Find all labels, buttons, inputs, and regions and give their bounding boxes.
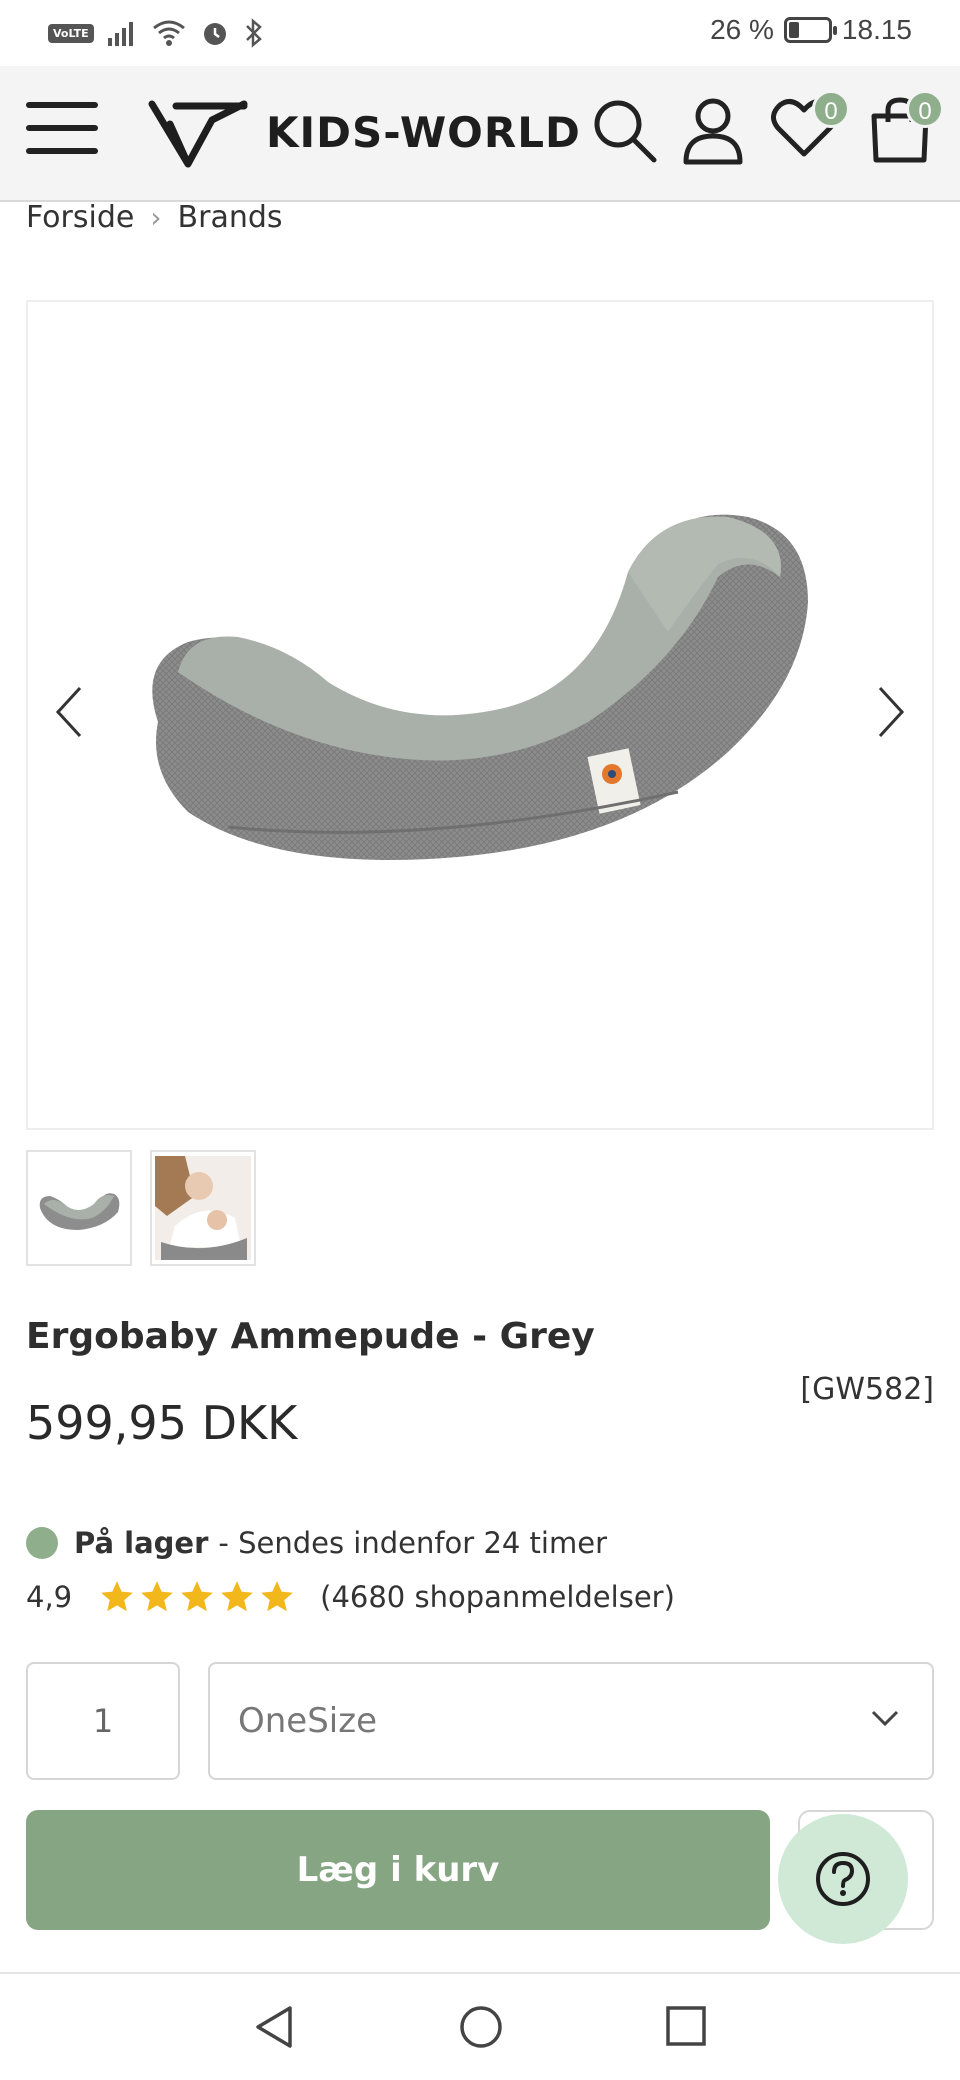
gallery-next-arrow-icon[interactable] bbox=[870, 682, 910, 742]
alarm-icon bbox=[203, 23, 226, 45]
stock-status-label: På lager bbox=[74, 1526, 209, 1560]
wifi-icon bbox=[152, 20, 185, 46]
signal-icon bbox=[107, 22, 133, 46]
back-icon[interactable] bbox=[252, 2004, 296, 2054]
size-select-value: OneSize bbox=[238, 1701, 378, 1741]
system-navigation-bar bbox=[0, 1972, 960, 2080]
site-header: KIDS-WORLD 0 0 bbox=[0, 66, 960, 202]
shipping-note: - Sendes indenfor 24 timer bbox=[218, 1526, 608, 1560]
chevron-right-icon: › bbox=[150, 201, 162, 234]
account-icon[interactable] bbox=[682, 96, 744, 170]
add-to-cart-button[interactable]: Læg i kurv bbox=[26, 1810, 770, 1930]
clock: 18.15 bbox=[841, 14, 912, 45]
size-select[interactable]: OneSize bbox=[208, 1662, 934, 1780]
product-image bbox=[152, 514, 808, 860]
volte-indicator: VoLTE bbox=[48, 23, 94, 43]
thumbnail-pillow[interactable] bbox=[26, 1150, 132, 1266]
battery-icon bbox=[783, 17, 837, 43]
help-button[interactable] bbox=[778, 1814, 908, 1944]
battery-percent: 26 % bbox=[710, 14, 774, 45]
product-title: Ergobaby Ammepude - Grey bbox=[26, 1316, 595, 1357]
stock-status: På lager - Sendes indenfor 24 timer bbox=[26, 1526, 607, 1560]
star-icon bbox=[141, 1581, 173, 1612]
kids-world-logo-icon bbox=[148, 100, 248, 168]
menu-icon[interactable] bbox=[26, 102, 98, 162]
status-icons-left: VoLTE bbox=[48, 16, 264, 50]
thumbnail-strip bbox=[26, 1150, 256, 1266]
review-count[interactable]: (4680 shopanmeldelser) bbox=[320, 1580, 675, 1614]
in-stock-dot-icon bbox=[26, 1527, 58, 1559]
star-icon bbox=[181, 1581, 213, 1612]
home-icon[interactable] bbox=[458, 2004, 504, 2054]
breadcrumb-item-brands[interactable]: Brands bbox=[178, 200, 283, 235]
status-icons-right: 26 % 18.15 bbox=[710, 14, 912, 46]
breadcrumb: Forside › Brands bbox=[26, 200, 283, 235]
logo-text: KIDS-WORLD bbox=[266, 107, 581, 157]
help-icon bbox=[816, 1852, 870, 1906]
status-bar: VoLTE 26 % 18.15 bbox=[0, 0, 960, 66]
search-icon[interactable] bbox=[590, 96, 660, 170]
quantity-input[interactable]: 1 bbox=[26, 1662, 180, 1780]
recent-apps-icon[interactable] bbox=[664, 2004, 708, 2052]
bluetooth-icon bbox=[245, 18, 262, 48]
chevron-down-icon bbox=[871, 1710, 899, 1727]
wishlist-count-badge: 0 bbox=[812, 90, 850, 128]
breadcrumb-item-forside[interactable]: Forside bbox=[26, 200, 134, 235]
star-icon bbox=[221, 1581, 253, 1612]
star-icon bbox=[101, 1581, 133, 1612]
wishlist-icon[interactable]: 0 bbox=[770, 90, 850, 164]
product-sku: [GW582] bbox=[800, 1372, 934, 1407]
gallery-prev-arrow-icon[interactable] bbox=[50, 682, 90, 742]
rating-stars bbox=[98, 1578, 296, 1616]
product-image-gallery[interactable] bbox=[26, 300, 934, 1130]
rating-score: 4,9 bbox=[26, 1580, 73, 1614]
star-icon bbox=[261, 1581, 293, 1612]
shop-rating: 4,9 (4680 shopanmeldelser) bbox=[26, 1578, 675, 1616]
product-price: 599,95 DKK bbox=[26, 1396, 298, 1450]
cart-icon[interactable]: 0 bbox=[868, 90, 944, 170]
cart-count-badge: 0 bbox=[906, 90, 944, 128]
thumbnail-mother-baby[interactable] bbox=[150, 1150, 256, 1266]
site-logo[interactable]: KIDS-WORLD bbox=[148, 94, 581, 170]
